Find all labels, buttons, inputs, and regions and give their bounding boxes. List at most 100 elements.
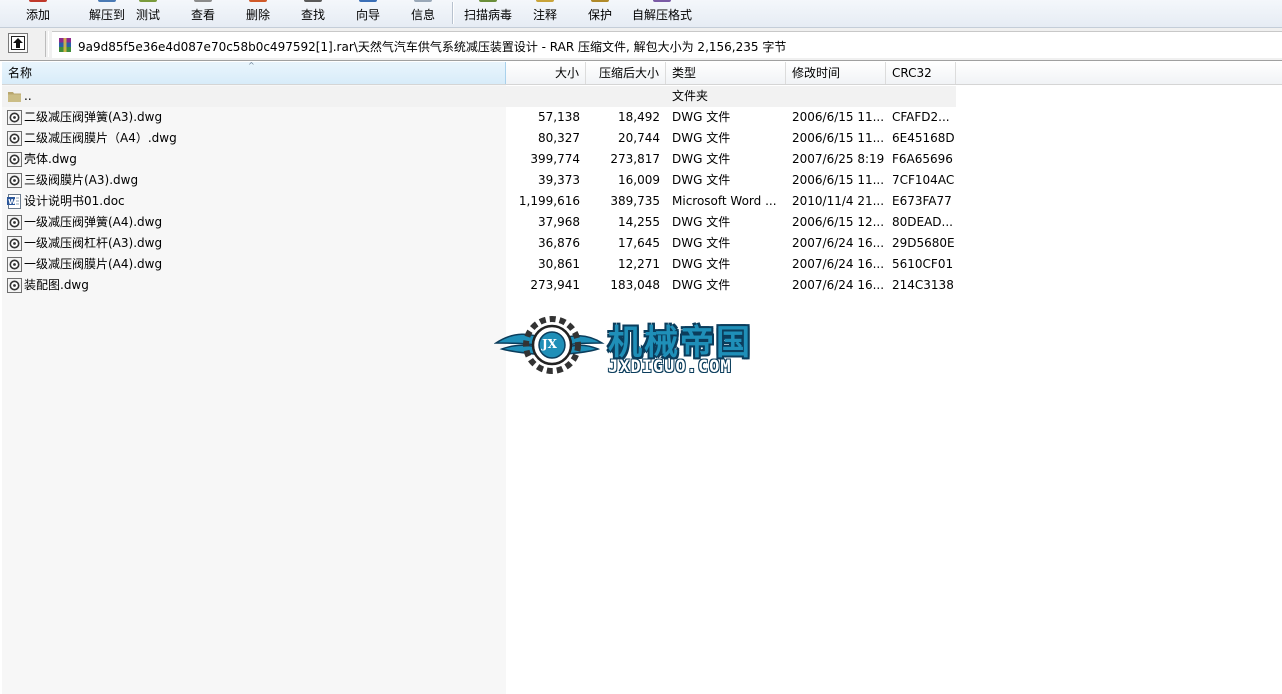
file-packed-size: 16,009 — [618, 173, 660, 187]
file-size: 36,876 — [538, 236, 580, 250]
svg-text:W: W — [8, 198, 16, 206]
file-packed-size: 389,735 — [610, 194, 660, 208]
file-crc: 6E45168D — [892, 131, 954, 145]
dwg-file-icon — [7, 110, 22, 125]
parent-folder-row[interactable]: .. 文件夹 — [2, 86, 956, 107]
file-crc: 214C3138 — [892, 278, 954, 292]
file-crc: CFAFD2... — [892, 110, 950, 124]
find-button[interactable]: 查找 — [291, 0, 335, 27]
file-name: 壳体.dwg — [24, 152, 77, 166]
info-icon — [414, 0, 432, 2]
file-crc: F6A65696 — [892, 152, 953, 166]
file-row[interactable]: W 设计说明书01.doc 1,199,616 389,735 Microsoft Wo… — [2, 191, 956, 212]
file-row[interactable]: 一级减压阀杠杆(A3).dwg 36,876 17,645 DWG 文件 2007/6/… — [2, 233, 956, 254]
test-icon — [139, 0, 157, 2]
dwg-file-icon — [7, 215, 22, 230]
column-header-packed[interactable]: 压缩后大小 — [586, 62, 666, 84]
file-crc: 80DEAD... — [892, 215, 953, 229]
virus-scan-button[interactable]: 扫描病毒 — [460, 0, 516, 27]
file-modified: 2010/11/4 21... — [792, 194, 885, 208]
file-type: DWG 文件 — [672, 110, 731, 124]
column-header-name[interactable]: ^ 名称 — [2, 62, 506, 84]
address-bar: 9a9d85f5e36e4d087e70c58b0c497592[1].rar\… — [0, 28, 1282, 61]
up-arrow-icon — [11, 36, 25, 50]
file-packed-size: 183,048 — [610, 278, 660, 292]
file-packed-size: 14,255 — [618, 215, 660, 229]
file-modified: 2007/6/25 8:19 — [792, 152, 885, 166]
parent-folder-name: .. — [24, 89, 32, 103]
delete-button[interactable]: 删除 — [236, 0, 280, 27]
file-size: 399,774 — [530, 152, 580, 166]
file-row[interactable]: 一级减压阀膜片(A4).dwg 30,861 12,271 DWG 文件 2007/6/… — [2, 254, 956, 275]
file-name: 一级减压阀杠杆(A3).dwg — [24, 236, 163, 250]
file-size: 273,941 — [530, 278, 580, 292]
rar-archive-icon — [59, 38, 71, 52]
column-header-packed-label: 压缩后大小 — [598, 66, 659, 80]
file-name: 一级减压阀弹簧(A4).dwg — [24, 215, 163, 229]
wizard-label: 向导 — [355, 8, 380, 22]
wizard-button[interactable]: 向导 — [346, 0, 390, 27]
file-modified: 2006/6/15 11... — [792, 110, 885, 124]
virus-scan-icon — [479, 0, 497, 2]
file-modified: 2007/6/24 16... — [792, 236, 885, 250]
file-name: 三级阀膜片(A3).dwg — [24, 173, 139, 187]
add-archive-icon — [29, 0, 47, 2]
virus-scan-label: 扫描病毒 — [463, 8, 512, 22]
column-header-size[interactable]: 大小 — [506, 62, 586, 84]
wizard-icon — [359, 0, 377, 2]
file-size: 37,968 — [538, 215, 580, 229]
parent-folder-type: 文件夹 — [672, 89, 709, 103]
address-separator — [45, 31, 49, 57]
find-icon — [304, 0, 322, 2]
file-packed-size: 12,271 — [618, 257, 660, 271]
view-icon — [194, 0, 212, 2]
file-name: 二级减压阀弹簧(A3).dwg — [24, 110, 163, 124]
file-modified: 2006/6/15 11... — [792, 173, 885, 187]
column-header-modified[interactable]: 修改时间 — [786, 62, 886, 84]
test-button[interactable]: 测试 — [126, 0, 170, 27]
file-size: 39,373 — [538, 173, 580, 187]
info-button[interactable]: 信息 — [401, 0, 445, 27]
view-button[interactable]: 查看 — [181, 0, 225, 27]
file-size: 80,327 — [538, 131, 580, 145]
column-header-crc-label: CRC32 — [892, 66, 932, 80]
add-button[interactable]: 添加 — [16, 0, 60, 27]
protect-button[interactable]: 保护 — [578, 0, 622, 27]
protect-icon — [591, 0, 609, 2]
dwg-file-icon — [7, 173, 22, 188]
delete-icon — [249, 0, 267, 2]
delete-label: 删除 — [245, 8, 270, 22]
word-document-icon: W — [7, 194, 21, 209]
file-type: DWG 文件 — [672, 152, 731, 166]
file-row[interactable]: 二级减压阀弹簧(A3).dwg 57,138 18,492 DWG 文件 2006/6/… — [2, 107, 956, 128]
toolbar-separator — [452, 2, 454, 24]
dwg-file-icon — [7, 131, 22, 146]
column-header-name-label: 名称 — [8, 66, 33, 80]
find-label: 查找 — [300, 8, 325, 22]
address-path-field[interactable]: 9a9d85f5e36e4d087e70c58b0c497592[1].rar\… — [52, 31, 1282, 58]
file-name: 一级减压阀膜片(A4).dwg — [24, 257, 163, 271]
comment-button[interactable]: 注释 — [523, 0, 567, 27]
file-modified: 2007/6/24 16... — [792, 257, 885, 271]
column-header-size-label: 大小 — [554, 66, 579, 80]
file-packed-size: 273,817 — [610, 152, 660, 166]
extract-to-icon — [98, 0, 116, 2]
file-type: DWG 文件 — [672, 215, 731, 229]
add-label: 添加 — [25, 8, 50, 22]
file-row[interactable]: 三级阀膜片(A3).dwg 39,373 16,009 DWG 文件 2006/6/15… — [2, 170, 956, 191]
file-row[interactable]: 壳体.dwg 399,774 273,817 DWG 文件 2007/6/25 8:19… — [2, 149, 956, 170]
up-folder-button[interactable] — [8, 33, 28, 53]
file-row[interactable]: 装配图.dwg 273,941 183,048 DWG 文件 2007/6/24 16.… — [2, 275, 956, 296]
file-modified: 2006/6/15 11... — [792, 131, 885, 145]
column-header-crc[interactable]: CRC32 — [886, 62, 956, 84]
sfx-icon — [653, 0, 671, 2]
file-row[interactable]: 一级减压阀弹簧(A4).dwg 37,968 14,255 DWG 文件 2006/6/… — [2, 212, 956, 233]
file-name: 设计说明书01.doc — [24, 194, 125, 208]
file-type: DWG 文件 — [672, 131, 731, 145]
file-list: ^ 名称 大小 压缩后大小 类型 修改时间 CRC32 .. 文件夹 二级减压阀… — [2, 62, 1282, 694]
column-header-type[interactable]: 类型 — [666, 62, 786, 84]
sfx-button[interactable]: 自解压格式 — [630, 0, 694, 27]
file-packed-size: 20,744 — [618, 131, 660, 145]
file-packed-size: 17,645 — [618, 236, 660, 250]
file-row[interactable]: 二级减压阀膜片（A4）.dwg 80,327 20,744 DWG 文件 2006/6/… — [2, 128, 956, 149]
